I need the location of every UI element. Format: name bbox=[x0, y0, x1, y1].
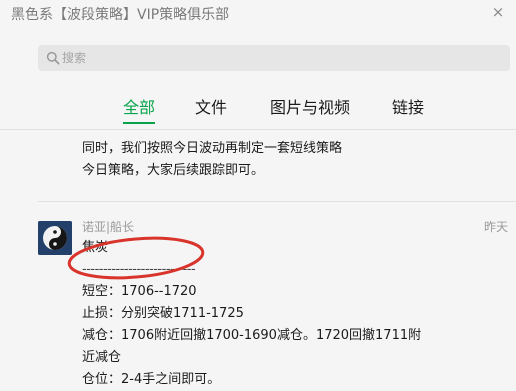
search-bar[interactable] bbox=[38, 45, 510, 71]
search-icon bbox=[46, 51, 60, 65]
search-input[interactable] bbox=[62, 45, 502, 71]
message-line: 止损：分别突破1711-1725 bbox=[82, 306, 244, 321]
message-divider bbox=[38, 201, 516, 202]
window-title: 黑色系【波段策略】VIP策略俱乐部 bbox=[11, 7, 230, 23]
message-line: 同时，我们按照今日波动再制定一套短线策略 bbox=[82, 141, 343, 156]
tab-bar: 全部 文件 图片与视频 链接 bbox=[0, 94, 516, 124]
close-button[interactable]: × bbox=[488, 2, 508, 22]
message-line: 短空：1706--1720 bbox=[82, 284, 197, 299]
message-line: 近减仓 bbox=[82, 350, 122, 365]
message-time: 昨天 bbox=[483, 220, 508, 234]
message-line: 仓位：2-4手之间即可。 bbox=[82, 372, 221, 387]
tabs-divider bbox=[0, 129, 516, 130]
message-line: 今日策略，大家后续跟踪即可。 bbox=[82, 163, 265, 178]
previous-message-text: 同时，我们按照今日波动再制定一套短线策略 今日策略，大家后续跟踪即可。 bbox=[82, 138, 342, 182]
tab-links[interactable]: 链接 bbox=[392, 94, 424, 118]
sender-name[interactable]: 诺亚|船长 bbox=[82, 218, 134, 235]
title-bar: 黑色系【波段策略】VIP策略俱乐部 × bbox=[0, 0, 516, 30]
tab-files[interactable]: 文件 bbox=[195, 94, 227, 118]
tab-all[interactable]: 全部 bbox=[123, 94, 155, 118]
tab-media[interactable]: 图片与视频 bbox=[270, 94, 350, 118]
message-line: 减仓：1706附近回撤1700-1690减仓。1720回撤1711附 bbox=[82, 328, 422, 343]
highlight-circle bbox=[67, 236, 205, 280]
active-tab-indicator bbox=[123, 122, 155, 124]
